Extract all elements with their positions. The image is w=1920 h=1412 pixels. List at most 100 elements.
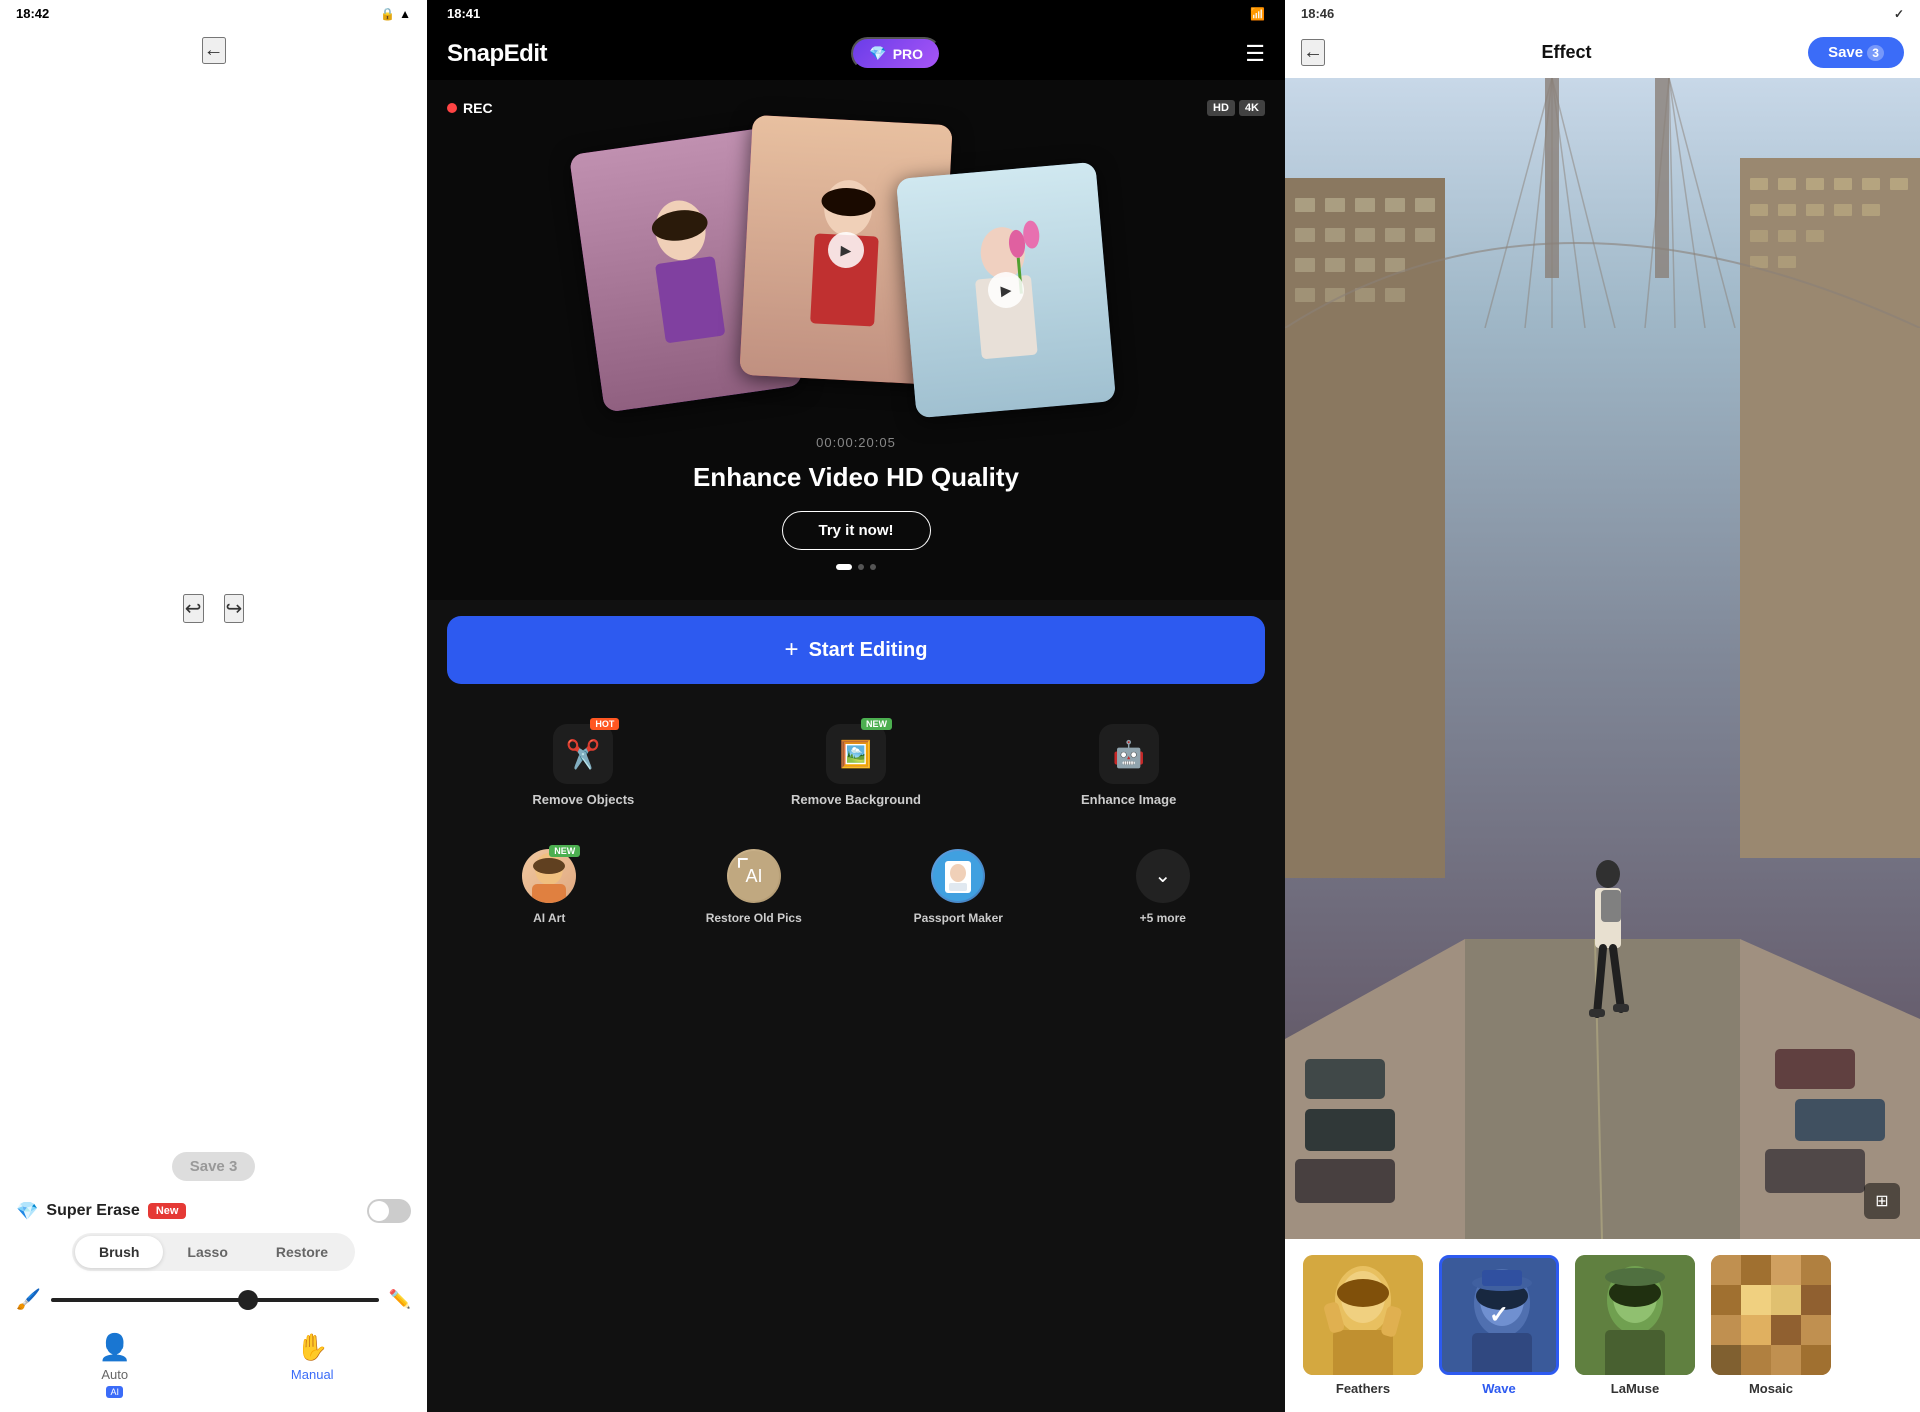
feature-remove-bg[interactable]: 🖼️ NEW Remove Background bbox=[720, 704, 993, 829]
street-photo: ⊞ bbox=[1285, 78, 1920, 1239]
size-slider[interactable] bbox=[51, 1298, 379, 1302]
new-badge-1: New bbox=[148, 1203, 187, 1219]
status-bar-2: 18:41 📶 bbox=[427, 0, 1285, 27]
wave-thumbnail: ✓ bbox=[1439, 1255, 1559, 1375]
lamuse-thumbnail bbox=[1575, 1255, 1695, 1375]
super-erase-text: Super Erase bbox=[46, 1202, 139, 1220]
passport-label: Passport Maker bbox=[914, 911, 1003, 927]
save-button-1[interactable]: Save 3 bbox=[172, 1152, 256, 1181]
battery-icon: 🔒 bbox=[380, 7, 395, 21]
status-icons-1: 🔒 ▲ bbox=[380, 7, 411, 21]
start-editing-label: Start Editing bbox=[809, 639, 928, 662]
panel-super-erase: 18:42 🔒 ▲ ← ↩ ↪ Save 3 bbox=[0, 0, 427, 1412]
pro-label: PRO bbox=[893, 46, 923, 62]
second-row-features: NEW AI Art AI Restore Old Pics bbox=[427, 839, 1285, 947]
hot-badge: HOT bbox=[590, 718, 619, 730]
undo-button[interactable]: ↩ bbox=[183, 594, 204, 623]
mosaic-thumbnail bbox=[1711, 1255, 1831, 1375]
back-button-1[interactable]: ← bbox=[202, 37, 226, 64]
top-nav-2: SnapEdit 💎 PRO ☰ bbox=[427, 27, 1285, 80]
enhance-icon: 🤖 bbox=[1112, 739, 1144, 770]
start-editing-section: + Start Editing bbox=[427, 600, 1285, 694]
hero-banner: REC HD 4K bbox=[427, 80, 1285, 600]
brush-size-row: 🖌️ ✏️ bbox=[16, 1281, 411, 1318]
feature-passport[interactable]: Passport Maker bbox=[856, 849, 1061, 927]
bottom-tools: 💎 Super Erase New Brush Lasso Restore 🖌️… bbox=[0, 1191, 427, 1412]
auto-icon: 👤 bbox=[99, 1332, 131, 1363]
mosaic-label: Mosaic bbox=[1749, 1381, 1793, 1396]
super-erase-label: 💎 Super Erase New bbox=[16, 1199, 411, 1223]
effect-mosaic[interactable]: Mosaic bbox=[1703, 1255, 1839, 1396]
effect-wave[interactable]: ✓ Wave bbox=[1431, 1255, 1567, 1396]
manual-label: Manual bbox=[291, 1367, 334, 1382]
restore-label: Restore Old Pics bbox=[706, 911, 802, 927]
dot-1 bbox=[836, 564, 852, 570]
more-button[interactable]: ⌄ bbox=[1136, 849, 1190, 903]
ai-art-wrap: NEW bbox=[522, 849, 576, 903]
app-logo: SnapEdit bbox=[447, 40, 547, 68]
remove-objects-label: Remove Objects bbox=[532, 792, 634, 809]
carousel-dots bbox=[836, 564, 876, 570]
gem-icon-2: 💎 bbox=[869, 45, 886, 62]
photo-card-3: ▶ bbox=[896, 162, 1116, 419]
effect-feathers[interactable]: Feathers bbox=[1295, 1255, 1431, 1396]
super-erase-toggle[interactable] bbox=[367, 1199, 411, 1223]
bridge-cables bbox=[1285, 78, 1920, 328]
rec-label: REC bbox=[463, 100, 493, 116]
brush-tab-brush[interactable]: Brush bbox=[75, 1236, 163, 1268]
start-editing-button[interactable]: + Start Editing bbox=[447, 616, 1265, 684]
status-icons-2: 📶 bbox=[1250, 7, 1265, 21]
save-count-3: 3 bbox=[1867, 45, 1884, 61]
redo-button[interactable]: ↪ bbox=[224, 594, 245, 623]
effect-lamuse[interactable]: LaMuse bbox=[1567, 1255, 1703, 1396]
top-nav-3: ← Effect Save 3 bbox=[1285, 27, 1920, 78]
restore-avatar: AI bbox=[727, 849, 781, 903]
auto-manual-row: 👤 Auto AI ✋ Manual bbox=[16, 1318, 411, 1408]
panel-effect: 18:46 ✓ ← Effect Save 3 bbox=[1285, 0, 1920, 1412]
pro-button[interactable]: 💎 PRO bbox=[851, 37, 941, 70]
back-button-3[interactable]: ← bbox=[1301, 39, 1325, 66]
manual-button[interactable]: ✋ Manual bbox=[214, 1326, 412, 1404]
remove-objects-icon: ✂️ bbox=[566, 738, 601, 771]
try-now-button[interactable]: Try it now! bbox=[782, 511, 931, 550]
ai-badge: AI bbox=[106, 1386, 123, 1398]
effect-title: Effect bbox=[1542, 42, 1592, 63]
feature-ai-art[interactable]: NEW AI Art bbox=[447, 849, 652, 927]
more-label: +5 more bbox=[1140, 911, 1186, 927]
split-compare-icon[interactable]: ⊞ bbox=[1864, 1183, 1900, 1219]
wave-label: Wave bbox=[1482, 1381, 1515, 1396]
brush-tab-restore[interactable]: Restore bbox=[252, 1236, 352, 1268]
photo-collage: ▶ ▶ bbox=[506, 110, 1206, 490]
eraser-icon: ✏️ bbox=[389, 1289, 411, 1310]
brush-tab-lasso[interactable]: Lasso bbox=[163, 1236, 251, 1268]
feathers-label: Feathers bbox=[1336, 1381, 1390, 1396]
person-figure bbox=[1583, 854, 1633, 1059]
save-button-3[interactable]: Save 3 bbox=[1808, 37, 1904, 68]
enhance-icon-wrap: 🤖 bbox=[1099, 724, 1159, 784]
remove-bg-icon: 🖼️ bbox=[840, 739, 872, 770]
plus-icon: + bbox=[785, 636, 799, 664]
feathers-thumbnail bbox=[1303, 1255, 1423, 1375]
passport-avatar bbox=[931, 849, 985, 903]
ai-art-label: AI Art bbox=[533, 911, 565, 927]
feature-restore[interactable]: AI Restore Old Pics bbox=[652, 849, 857, 927]
network-icon: ▲ bbox=[399, 7, 411, 21]
feature-remove-objects[interactable]: ✂️ HOT Remove Objects bbox=[447, 704, 720, 829]
enhance-label: Enhance Image bbox=[1081, 792, 1176, 809]
hd-badge: HD bbox=[1207, 100, 1235, 116]
auto-label: Auto bbox=[101, 1367, 128, 1382]
auto-button[interactable]: 👤 Auto AI bbox=[16, 1326, 214, 1404]
status-icons-3: ✓ bbox=[1894, 7, 1904, 21]
wave-checkmark: ✓ bbox=[1489, 1301, 1509, 1330]
status-time-1: 18:42 bbox=[16, 6, 49, 21]
status-bar-3: 18:46 ✓ bbox=[1285, 0, 1920, 27]
slider-thumb[interactable] bbox=[238, 1290, 258, 1310]
feature-enhance[interactable]: 🤖 Enhance Image bbox=[992, 704, 1265, 829]
top-nav-1: ← ↩ ↪ Save 3 bbox=[0, 27, 427, 1191]
manual-icon: ✋ bbox=[296, 1332, 328, 1363]
new-badge-bg: NEW bbox=[861, 718, 892, 730]
rec-dot bbox=[447, 103, 457, 113]
feature-more[interactable]: ⌄ +5 more bbox=[1061, 849, 1266, 927]
remove-bg-label: Remove Background bbox=[791, 792, 921, 809]
menu-button[interactable]: ☰ bbox=[1245, 41, 1265, 67]
